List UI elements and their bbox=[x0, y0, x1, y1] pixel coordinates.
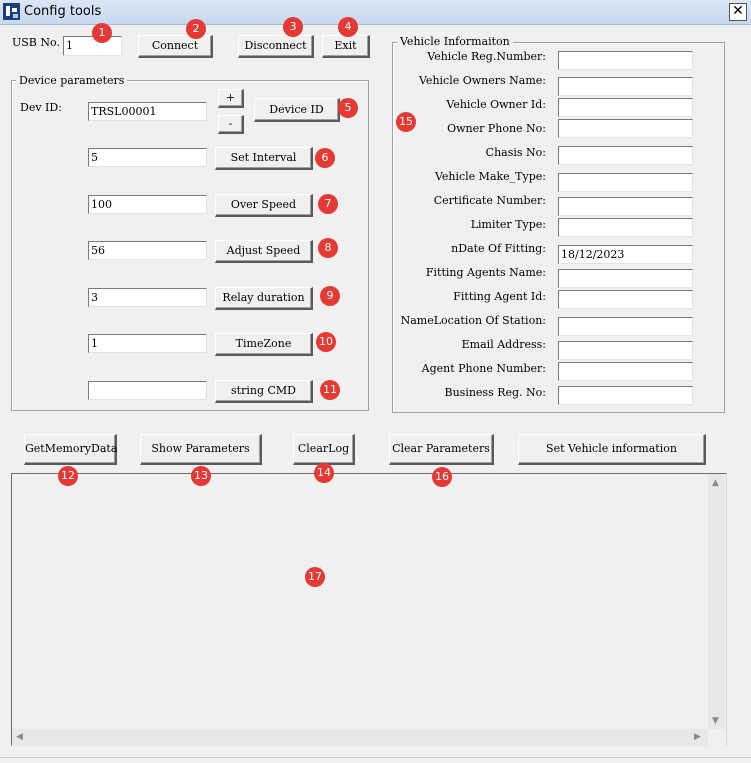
scroll-corner bbox=[708, 729, 725, 746]
usb-label: USB No. : bbox=[12, 36, 68, 49]
vehicle-field-label: Certificate Number: bbox=[433, 194, 546, 207]
increment-button[interactable]: + bbox=[218, 89, 244, 108]
timezone-button[interactable]: TimeZone bbox=[215, 333, 313, 356]
annotation-badge: 8 bbox=[318, 238, 338, 258]
clear-log-button[interactable]: ClearLog bbox=[293, 434, 355, 465]
window-bottom-edge bbox=[0, 757, 751, 763]
decrement-button[interactable]: - bbox=[218, 115, 244, 134]
annotation-badge: 3 bbox=[283, 17, 303, 37]
usb-number-input[interactable]: 1 bbox=[63, 36, 122, 56]
annotation-badge: 6 bbox=[315, 148, 335, 168]
scroll-down-icon[interactable]: ▼ bbox=[712, 716, 719, 726]
limiter-type-input[interactable] bbox=[558, 218, 693, 237]
dev-id-label: Dev ID: bbox=[20, 101, 62, 114]
annotation-badge: 13 bbox=[191, 466, 211, 486]
interval-input[interactable]: 5 bbox=[88, 148, 207, 167]
relay-duration-input[interactable]: 3 bbox=[88, 288, 207, 307]
vehicle-field-label: Vehicle Owner Id: bbox=[446, 98, 546, 111]
title-bar: Config tools ✕ bbox=[0, 0, 751, 25]
annotation-badge: 9 bbox=[320, 286, 340, 306]
annotation-badge: 12 bbox=[58, 466, 78, 486]
adjust-speed-input[interactable]: 56 bbox=[88, 241, 207, 260]
app-icon bbox=[3, 3, 20, 20]
get-memory-data-button[interactable]: GetMemoryData bbox=[24, 434, 117, 465]
horizontal-scrollbar[interactable]: ◀ ▶ bbox=[12, 729, 708, 746]
fitting-agent-id-input[interactable] bbox=[558, 290, 693, 309]
adjust-speed-button[interactable]: Adjust Speed bbox=[215, 240, 313, 263]
annotation-badge: 17 bbox=[305, 567, 325, 587]
annotation-badge: 10 bbox=[316, 332, 336, 352]
vehicle-field-label: nDate Of Fitting: bbox=[451, 242, 546, 255]
email-address-input[interactable] bbox=[558, 341, 693, 360]
vehicle-field-label: Business Reg. No: bbox=[444, 386, 547, 399]
scroll-up-icon[interactable]: ▲ bbox=[712, 478, 719, 488]
exit-button[interactable]: Exit bbox=[322, 35, 370, 58]
business-reg-no-input[interactable] bbox=[558, 386, 693, 405]
vehicle-field-label: Email Address: bbox=[461, 338, 546, 351]
date-of-fitting-input[interactable]: 18/12/2023 bbox=[558, 245, 693, 264]
annotation-badge: 1 bbox=[92, 23, 112, 43]
fitting-agents-name-input[interactable] bbox=[558, 269, 693, 288]
vehicle-field-label: Fitting Agents Name: bbox=[425, 266, 546, 279]
annotation-badge: 11 bbox=[320, 380, 340, 400]
vehicle-make-type-input[interactable] bbox=[558, 173, 693, 192]
dev-id-input[interactable]: TRSL00001 bbox=[88, 102, 207, 121]
device-parameters-title: Device parameters bbox=[16, 74, 128, 87]
annotation-badge: 15 bbox=[396, 112, 416, 132]
annotation-badge: 14 bbox=[314, 463, 334, 483]
clear-parameters-button[interactable]: Clear Parameters bbox=[389, 434, 494, 465]
vehicle-information-title: Vehicle Informaiton bbox=[397, 35, 513, 48]
vehicle-field-label: Vehicle Reg.Number: bbox=[427, 50, 546, 63]
scroll-right-icon[interactable]: ▶ bbox=[694, 732, 701, 742]
annotation-badge: 2 bbox=[186, 19, 206, 39]
window-title: Config tools bbox=[24, 4, 102, 19]
close-icon[interactable]: ✕ bbox=[729, 3, 747, 21]
vertical-scrollbar[interactable]: ▲ ▼ bbox=[708, 474, 725, 729]
vehicle-field-label: Fitting Agent Id: bbox=[453, 290, 546, 303]
owner-phone-input[interactable] bbox=[558, 119, 693, 138]
location-of-station-input[interactable] bbox=[558, 317, 693, 336]
agent-phone-number-input[interactable] bbox=[558, 362, 693, 381]
vehicle-field-label: Agent Phone Number: bbox=[421, 362, 546, 375]
vehicle-owners-name-input[interactable] bbox=[558, 77, 693, 96]
show-parameters-button[interactable]: Show Parameters bbox=[140, 434, 262, 465]
annotation-badge: 16 bbox=[432, 467, 452, 487]
over-speed-button[interactable]: Over Speed bbox=[215, 194, 313, 217]
vehicle-field-label: Chasis No: bbox=[485, 146, 546, 159]
log-textarea[interactable] bbox=[11, 473, 727, 746]
scroll-left-icon[interactable]: ◀ bbox=[16, 732, 23, 742]
set-vehicle-information-button[interactable]: Set Vehicle information bbox=[518, 434, 706, 465]
over-speed-input[interactable]: 100 bbox=[88, 195, 207, 214]
vehicle-field-label: Limiter Type: bbox=[470, 218, 546, 231]
set-interval-button[interactable]: Set Interval bbox=[215, 147, 313, 170]
certificate-number-input[interactable] bbox=[558, 197, 693, 216]
disconnect-button[interactable]: Disconnect bbox=[238, 35, 314, 58]
chasis-no-input[interactable] bbox=[558, 146, 693, 165]
relay-duration-button[interactable]: Relay duration bbox=[215, 287, 313, 310]
device-id-button[interactable]: Device ID bbox=[254, 98, 340, 122]
timezone-input[interactable]: 1 bbox=[88, 334, 207, 353]
string-cmd-button[interactable]: string CMD bbox=[215, 380, 313, 403]
vehicle-field-label: Vehicle Make_Type: bbox=[434, 170, 546, 183]
connect-button[interactable]: Connect bbox=[138, 35, 213, 58]
annotation-badge: 4 bbox=[338, 17, 358, 37]
string-cmd-input[interactable] bbox=[88, 381, 207, 400]
annotation-badge: 5 bbox=[338, 98, 358, 118]
vehicle-field-label: NameLocation Of Station: bbox=[400, 314, 546, 327]
annotation-badge: 7 bbox=[318, 194, 338, 214]
vehicle-field-label: Owner Phone No: bbox=[447, 122, 546, 135]
vehicle-field-label: Vehicle Owners Name: bbox=[419, 74, 546, 87]
vehicle-reg-number-input[interactable] bbox=[558, 51, 693, 70]
vehicle-owner-id-input[interactable] bbox=[558, 98, 693, 117]
